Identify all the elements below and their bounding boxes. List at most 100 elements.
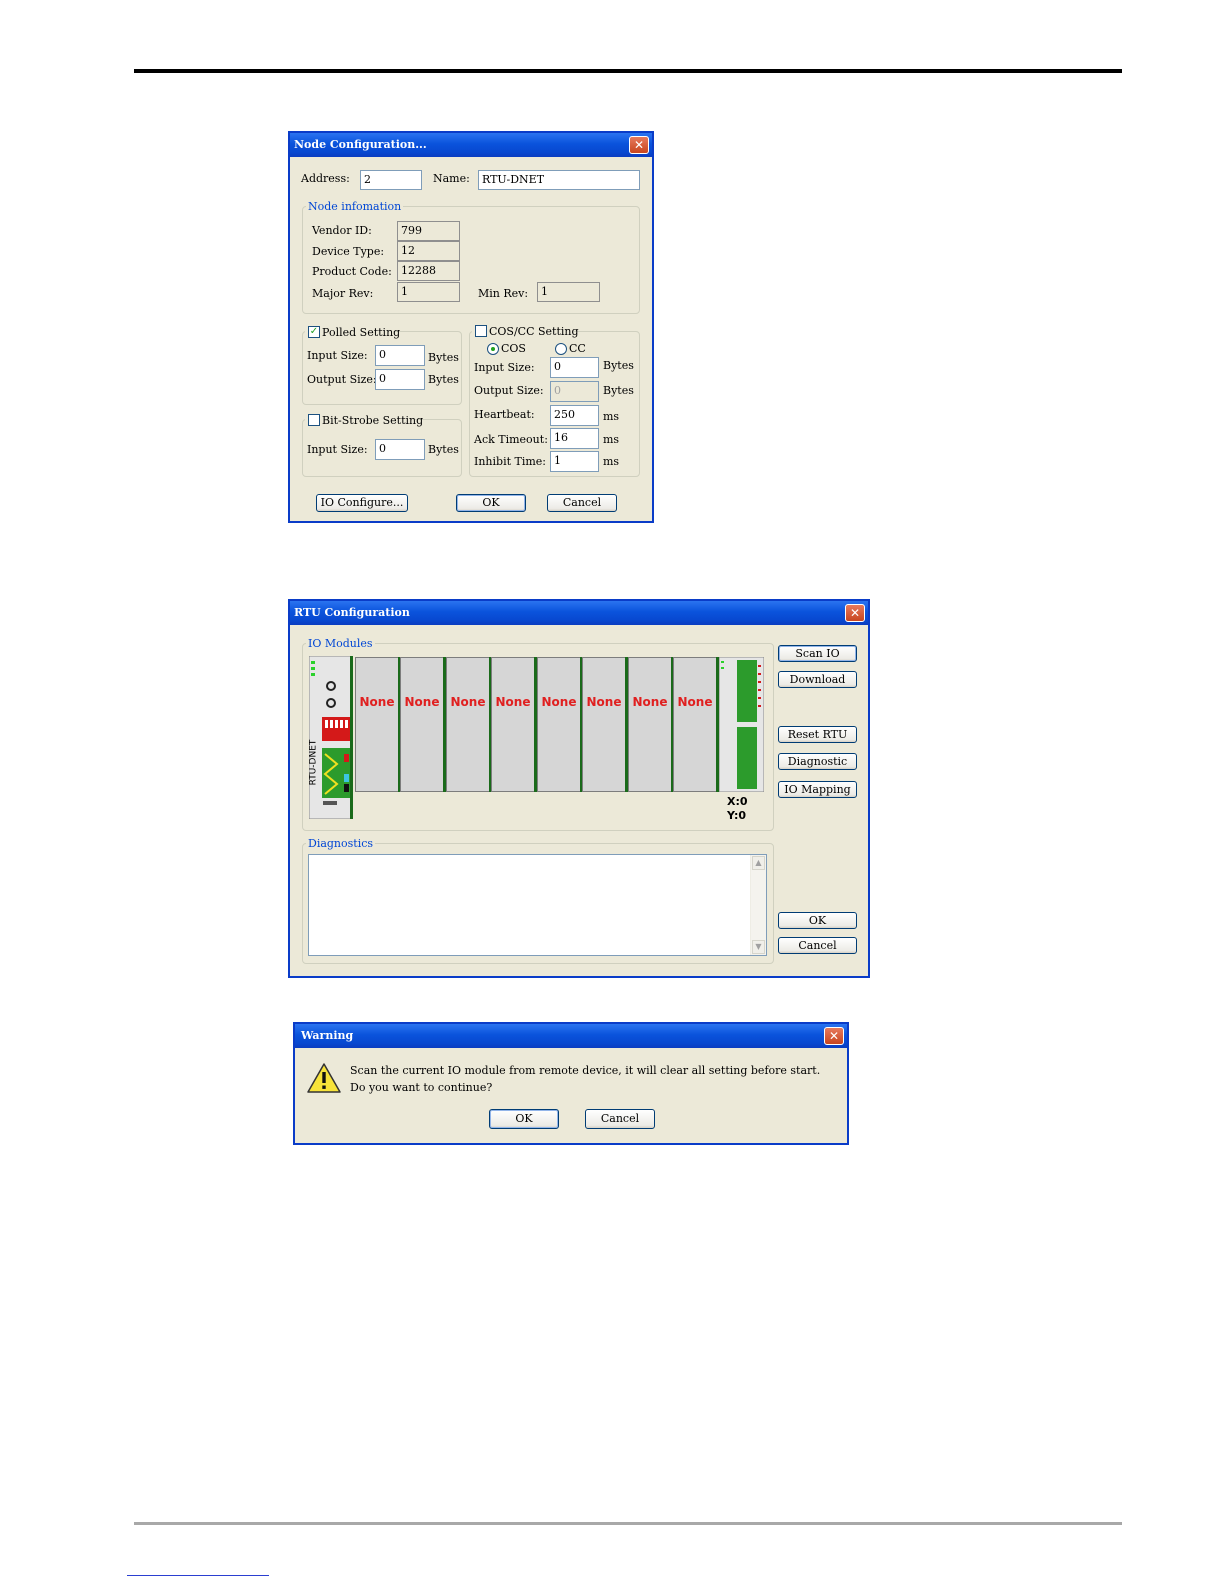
cc-radio-label: CC [569, 342, 586, 355]
close-icon[interactable]: ✕ [824, 1027, 844, 1045]
power-module-icon [718, 656, 765, 793]
bit-strobe-label: Bit-Strobe Setting [322, 414, 424, 427]
node-dialog-title: Node Configuration... [290, 133, 652, 157]
address-field[interactable]: 2 [360, 170, 422, 190]
polled-group [302, 331, 462, 405]
slot-8-label: None [677, 695, 713, 709]
inhibit-time-label: Inhibit Time: [474, 455, 547, 468]
warning-cancel-button[interactable]: Cancel [585, 1109, 655, 1129]
bit-strobe-input-size-label: Input Size: [307, 443, 368, 456]
io-slot-5[interactable]: None [537, 657, 581, 792]
node-info-title: Node infomation [306, 200, 404, 213]
bit-strobe-checkbox[interactable] [308, 414, 320, 426]
diagnostic-button[interactable]: Diagnostic [778, 753, 857, 770]
scroll-up-icon[interactable]: ▲ [752, 856, 765, 870]
footer-link-underline [127, 1575, 269, 1576]
io-slot-8[interactable]: None [673, 657, 717, 792]
cos-cc-checkbox[interactable] [475, 325, 487, 337]
rtu-cancel-button[interactable]: Cancel [778, 937, 857, 954]
slot-3-label: None [450, 695, 486, 709]
bit-strobe-input-unit: Bytes [428, 443, 459, 456]
warning-message-line2: Do you want to continue? [350, 1081, 493, 1094]
close-icon[interactable]: ✕ [629, 136, 649, 154]
slot-2-label: None [404, 695, 440, 709]
y-count: Y:0 [727, 809, 747, 822]
power-module-image [718, 656, 765, 793]
io-slot-6[interactable]: None [582, 657, 626, 792]
heartbeat-label: Heartbeat: [474, 408, 535, 421]
slot-4-label: None [495, 695, 531, 709]
min-rev-value: 1 [537, 282, 600, 302]
rtu-dnet-label: RTU-DNET [308, 739, 319, 786]
warning-dialog-title: Warning [295, 1024, 847, 1048]
node-cancel-button[interactable]: Cancel [547, 494, 617, 512]
io-configure-button[interactable]: IO Configure... [316, 494, 408, 512]
warning-message-line1: Scan the current IO module from remote d… [350, 1064, 821, 1077]
close-icon[interactable]: ✕ [845, 604, 865, 622]
scroll-down-icon[interactable]: ▼ [752, 940, 765, 954]
address-label: Address: [301, 172, 350, 185]
polled-output-unit: Bytes [428, 373, 459, 386]
vendor-id-label: Vendor ID: [312, 224, 372, 237]
cos-radio[interactable] [487, 343, 499, 355]
cos-input-size-label: Input Size: [474, 361, 535, 374]
diagnostics-title: Diagnostics [306, 837, 376, 850]
cc-radio[interactable] [555, 343, 567, 355]
rtu-ok-button[interactable]: OK [778, 912, 857, 929]
slot-5-label: None [541, 695, 577, 709]
cos-output-size-label: Output Size: [474, 384, 544, 397]
header-rule [134, 69, 1122, 73]
product-code-value: 12288 [397, 261, 460, 281]
inhibit-time-unit: ms [603, 455, 620, 468]
major-rev-value: 1 [397, 282, 460, 302]
polled-input-size-field[interactable]: 0 [375, 345, 425, 366]
scan-io-button[interactable]: Scan IO [778, 645, 857, 662]
major-rev-label: Major Rev: [312, 287, 374, 300]
ack-timeout-unit: ms [603, 433, 620, 446]
io-slot-4[interactable]: None [491, 657, 535, 792]
polled-input-unit: Bytes [428, 351, 459, 364]
rtu-dnet-module-icon [308, 655, 354, 820]
x-count: X:0 [727, 795, 748, 808]
rtu-dnet-module-image: RTU-DNET [308, 655, 354, 820]
reset-rtu-button[interactable]: Reset RTU [778, 726, 857, 743]
slot-1-label: None [359, 695, 395, 709]
ack-timeout-field[interactable]: 16 [550, 428, 599, 449]
polled-input-size-label: Input Size: [307, 349, 368, 362]
device-type-value: 12 [397, 241, 460, 261]
slot-6-label: None [586, 695, 622, 709]
polled-checkbox[interactable]: ✓ [308, 326, 320, 338]
io-slot-1[interactable]: None [355, 657, 399, 792]
node-ok-button[interactable]: OK [456, 494, 526, 512]
bit-strobe-input-size-field[interactable]: 0 [375, 439, 425, 460]
slot-7-label: None [632, 695, 668, 709]
diagnostics-textarea[interactable]: ▲ ▼ [308, 854, 767, 956]
device-type-label: Device Type: [312, 245, 385, 258]
product-code-label: Product Code: [312, 265, 392, 278]
ack-timeout-label: Ack Timeout: [474, 433, 548, 446]
heartbeat-field[interactable]: 250 [550, 405, 599, 426]
warning-icon [307, 1063, 341, 1093]
inhibit-time-field[interactable]: 1 [550, 451, 599, 472]
io-modules-title: IO Modules [306, 637, 375, 650]
io-slot-2[interactable]: None [400, 657, 444, 792]
io-slot-7[interactable]: None [628, 657, 672, 792]
cos-output-unit: Bytes [603, 384, 634, 397]
rtu-dialog-title: RTU Configuration [290, 601, 868, 625]
vendor-id-value: 799 [397, 221, 460, 241]
warning-ok-button[interactable]: OK [489, 1109, 559, 1129]
cos-input-unit: Bytes [603, 359, 634, 372]
heartbeat-unit: ms [603, 410, 620, 423]
cos-output-size-field: 0 [550, 381, 599, 402]
polled-output-size-label: Output Size: [307, 373, 377, 386]
footer-rule [134, 1522, 1122, 1525]
name-field[interactable]: RTU-DNET [478, 170, 640, 190]
polled-label: Polled Setting [322, 326, 401, 339]
cos-input-size-field[interactable]: 0 [550, 357, 599, 378]
io-slot-3[interactable]: None [446, 657, 490, 792]
cos-radio-label: COS [501, 342, 526, 355]
polled-output-size-field[interactable]: 0 [375, 369, 425, 390]
min-rev-label: Min Rev: [478, 287, 529, 300]
download-button[interactable]: Download [778, 671, 857, 688]
io-mapping-button[interactable]: IO Mapping [778, 781, 857, 798]
